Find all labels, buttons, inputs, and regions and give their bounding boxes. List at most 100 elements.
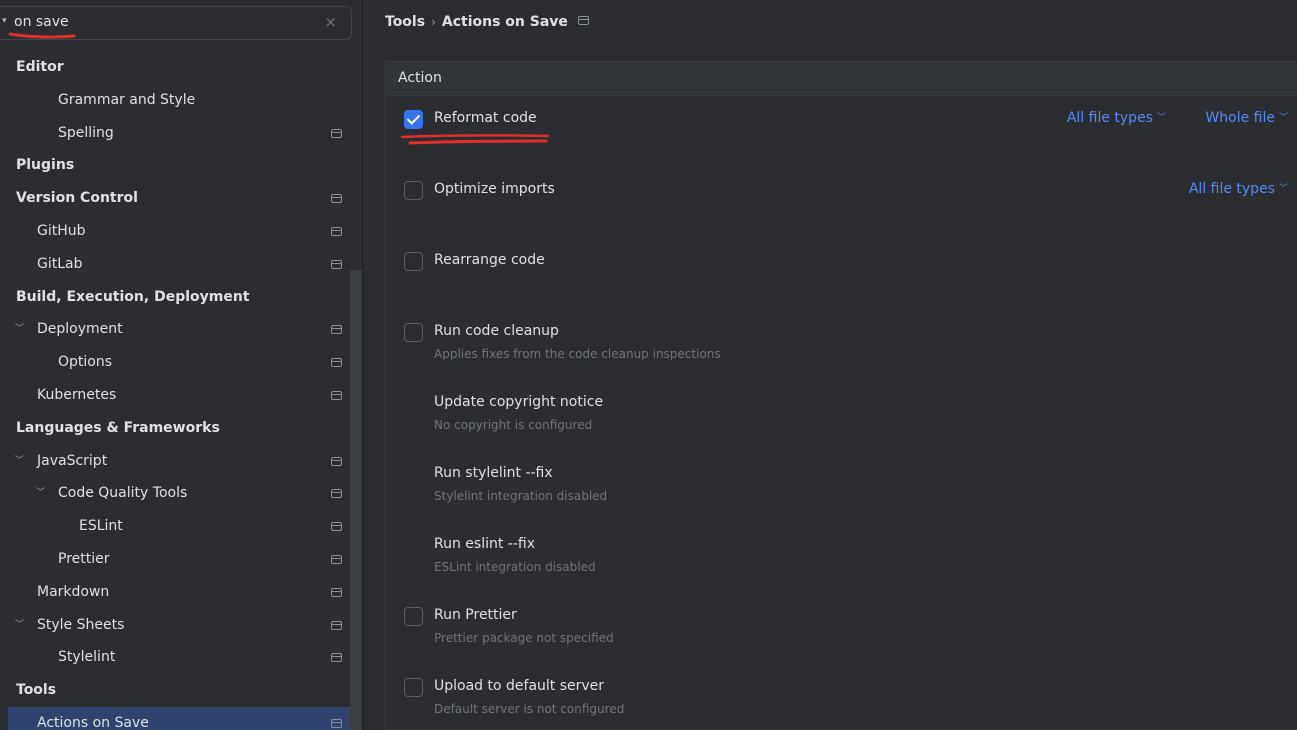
checkbox[interactable] [404, 323, 423, 342]
sidebar-item-label: Code Quality Tools [58, 485, 188, 502]
file-types-dropdown-link[interactable]: All file types ﹀ [1067, 110, 1166, 126]
red-annotation-underline [8, 32, 76, 39]
sidebar-item[interactable]: ﹀ JavaScript [0, 445, 350, 478]
settings-search-input[interactable]: ▾ on save × [0, 6, 352, 40]
expand-chevron-icon[interactable]: ﹀ [15, 609, 24, 642]
chevron-down-icon: ﹀ [1278, 113, 1288, 123]
settings-sidebar: ▾ on save × Editor Grammar and Style Spell… [0, 0, 362, 730]
project-level-icon [577, 16, 589, 25]
action-column-header: Action [386, 62, 1297, 96]
action-description: Default server is not configured [434, 702, 625, 716]
sidebar-item-label: GitLab [37, 255, 83, 272]
project-level-icon [331, 325, 342, 335]
sidebar-item[interactable]: Stylelint [0, 641, 350, 674]
project-level-icon [331, 587, 342, 597]
sidebar-item[interactable]: GitLab [0, 248, 350, 281]
checkbox[interactable] [404, 607, 423, 626]
expand-chevron-icon[interactable]: ﹀ [15, 445, 24, 478]
sidebar-item-label: Tools [16, 682, 57, 699]
sidebar-item[interactable]: Grammar and Style [0, 84, 350, 117]
sidebar-item[interactable]: ESLint [0, 510, 350, 543]
project-level-icon [331, 456, 342, 466]
sidebar-item[interactable]: Editor [0, 51, 350, 84]
action-description: Applies fixes from the code cleanup insp… [434, 347, 721, 361]
sidebar-item[interactable]: Build, Execution, Deployment [0, 281, 350, 314]
action-label[interactable]: Update copyright notice [434, 394, 603, 410]
sidebar-scrollbar[interactable] [350, 270, 362, 730]
project-level-icon [331, 620, 342, 630]
sidebar-item-label: Stylelint [58, 649, 116, 666]
sidebar-item[interactable]: Actions on Save [8, 706, 350, 730]
action-description: ESLint integration disabled [434, 560, 596, 574]
sidebar-item[interactable]: Kubernetes [0, 379, 350, 412]
action-label[interactable]: Rearrange code [434, 252, 545, 268]
action-label[interactable]: Run stylelint --fix [434, 465, 553, 481]
chevron-down-icon: ﹀ [1278, 184, 1288, 194]
scope-dropdown-label: All file types [1188, 181, 1275, 197]
action-description: No copyright is configured [434, 418, 593, 432]
sidebar-item-label: Version Control [16, 190, 138, 207]
scope-dropdown-link[interactable]: All file types ﹀ [1189, 181, 1288, 197]
checkbox[interactable] [404, 181, 423, 200]
sidebar-item-label: Prettier [58, 550, 110, 567]
breadcrumb: Tools › Actions on Save [385, 14, 589, 30]
action-label[interactable]: Reformat code [434, 110, 537, 126]
checkbox[interactable] [404, 252, 423, 271]
breadcrumb-separator-icon: › [431, 15, 436, 29]
project-level-icon [331, 390, 342, 400]
sidebar-item[interactable]: Prettier [0, 543, 350, 576]
action-label[interactable]: Optimize imports [434, 181, 555, 197]
project-level-icon [331, 554, 342, 564]
checkbox[interactable] [404, 678, 423, 697]
file-types-dropdown-label: All file types [1066, 110, 1153, 126]
project-level-icon [331, 358, 342, 368]
project-level-icon [331, 489, 342, 499]
sidebar-item[interactable]: Markdown [0, 576, 350, 609]
checked-checkbox[interactable] [404, 110, 423, 129]
sidebar-item-label: Markdown [37, 583, 110, 600]
project-level-icon [331, 522, 342, 532]
action-label[interactable]: Upload to default server [434, 678, 604, 694]
sidebar-item-label: ESLint [79, 518, 123, 535]
sidebar-item-label: Kubernetes [37, 386, 117, 403]
project-level-icon [331, 718, 342, 728]
settings-window: ▾ on save × Editor Grammar and Style Spell… [0, 0, 1297, 730]
sidebar-item-label: GitHub [37, 222, 86, 239]
sidebar-item-label: Editor [16, 59, 64, 75]
breadcrumb-current: Actions on Save [441, 14, 568, 30]
action-label[interactable]: Run Prettier [434, 607, 517, 623]
red-annotation-underline [400, 134, 550, 145]
sidebar-item[interactable]: Version Control [0, 182, 350, 215]
action-label[interactable]: Run eslint --fix [434, 536, 535, 552]
scope-dropdown-label: Whole file [1205, 110, 1275, 126]
sidebar-item[interactable]: Spelling [0, 117, 350, 150]
search-history-chevron-icon[interactable]: ▾ [2, 16, 7, 26]
project-level-icon [331, 259, 342, 269]
project-level-icon [331, 226, 342, 236]
sidebar-item-label: Actions on Save [37, 714, 149, 730]
sidebar-item[interactable]: Plugins [0, 149, 350, 182]
sidebar-item[interactable]: Options [0, 346, 350, 379]
sidebar-item[interactable]: Tools [0, 674, 350, 707]
sidebar-item[interactable]: ﹀ Deployment [0, 313, 350, 346]
sidebar-item[interactable]: GitHub [0, 215, 350, 248]
sidebar-item[interactable]: Languages & Frameworks [0, 412, 350, 445]
project-level-icon [331, 194, 342, 204]
expand-chevron-icon[interactable]: ﹀ [15, 313, 24, 346]
settings-content: Tools › Actions on Save Action Reformat co… [362, 0, 1297, 730]
sidebar-item[interactable]: ﹀ Style Sheets [0, 609, 350, 642]
scope-dropdown-link[interactable]: Whole file ﹀ [1205, 110, 1288, 126]
action-label[interactable]: Run code cleanup [434, 323, 559, 339]
action-description: Prettier package not specified [434, 631, 614, 645]
sidebar-item-label: Options [58, 354, 113, 371]
breadcrumb-parent[interactable]: Tools [385, 14, 425, 30]
clear-search-icon[interactable]: × [324, 13, 337, 31]
sidebar-item-label: Grammar and Style [58, 91, 196, 108]
project-level-icon [331, 653, 342, 663]
expand-chevron-icon[interactable]: ﹀ [36, 477, 45, 510]
chevron-down-icon: ﹀ [1156, 113, 1166, 123]
sidebar-item-label: Plugins [16, 157, 75, 174]
sidebar-item[interactable]: ﹀ Code Quality Tools [0, 477, 350, 510]
actions-panel: Action Reformat code Whole file ﹀ All file … [385, 61, 1297, 730]
project-level-icon [331, 128, 342, 138]
